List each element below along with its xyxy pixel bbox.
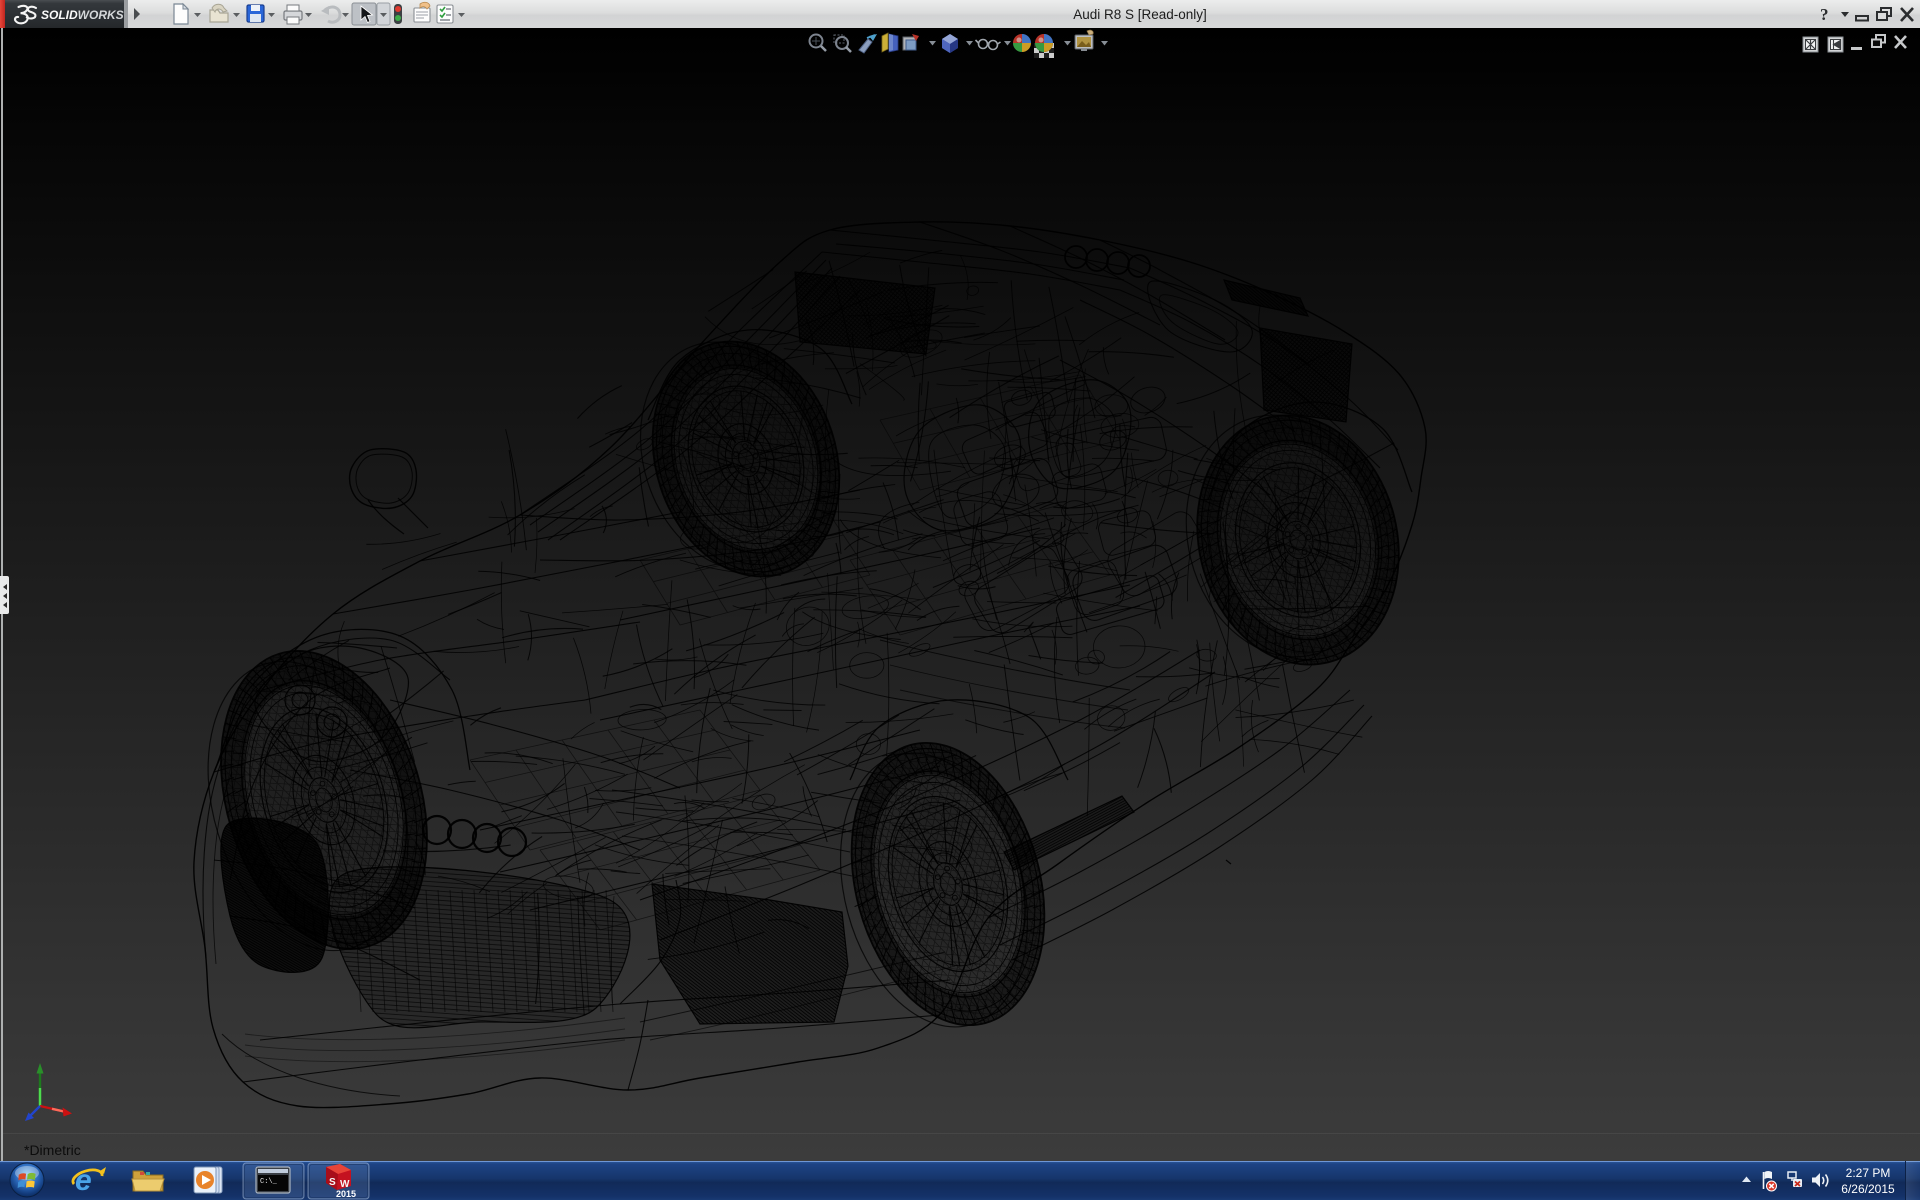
svg-text:C:\_: C:\_ — [260, 1178, 278, 1186]
svg-text:?: ? — [1820, 5, 1829, 24]
svg-text:S: S — [329, 1177, 336, 1188]
svg-text:2015: 2015 — [336, 1189, 356, 1199]
